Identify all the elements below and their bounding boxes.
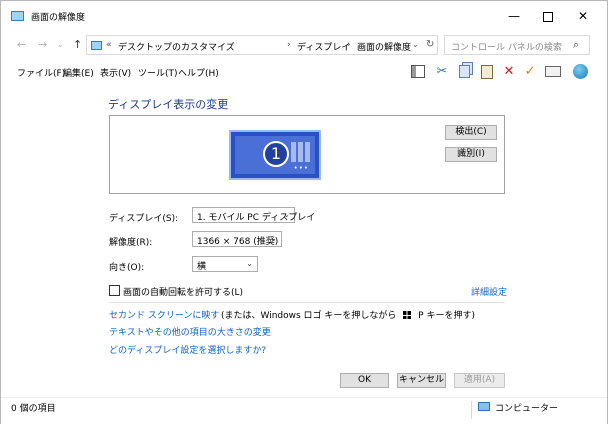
resolution-select-value: 1366 × 768 (推奨) (197, 237, 279, 247)
control-panel-icon (11, 11, 24, 21)
close-button[interactable]: ✕ (566, 1, 600, 31)
menu-help[interactable]: ヘルプ(H) (178, 66, 219, 79)
search-icon[interactable]: ⌕ (573, 38, 579, 52)
identify-button[interactable]: 識別(I) (445, 147, 497, 162)
breadcrumb-item[interactable]: デスクトップのカスタマイズ (118, 40, 235, 53)
display-label: ディスプレイ(S): (109, 214, 179, 224)
window-title: 画面の解像度 (31, 13, 86, 23)
address-bar[interactable]: « デスクトップのカスタマイズ › ディスプレイ › 画面の解像度 ⌄ ↻ (86, 35, 438, 55)
window: 画面の解像度 — ✕ ← → ⌄ ↑ « デスクトップのカスタマイズ › ディス… (0, 0, 608, 424)
check-icon[interactable]: ✓ (521, 63, 539, 81)
up-arrow-icon[interactable]: ↑ (73, 38, 82, 51)
status-location: コンピューター (495, 404, 559, 414)
search-input[interactable]: コントロール パネルの検索 ⌕ (444, 35, 590, 55)
page-title: ディスプレイ表示の変更 (108, 98, 229, 111)
monitor-screen: 1 ••• (235, 136, 315, 174)
ok-button[interactable]: OK (340, 373, 389, 388)
text-size-link[interactable]: テキストやその他の項目の大きさの変更 (109, 325, 271, 338)
cut-icon[interactable]: ✂ (433, 63, 451, 81)
menu-file[interactable]: ファイル(F) (17, 66, 65, 79)
resolution-label: 解像度(R): (109, 238, 153, 248)
windows-logo-icon (403, 311, 412, 319)
chevron-down-icon: ⌄ (270, 234, 277, 243)
chevron-down-icon: ⌄ (283, 210, 290, 219)
status-divider (471, 401, 472, 419)
recent-locations-icon[interactable]: ⌄ (57, 40, 64, 49)
navigation-bar: ← → ⌄ ↑ « デスクトップのカスタマイズ › ディスプレイ › 画面の解像… (1, 35, 607, 57)
control-panel-icon (91, 41, 102, 50)
minimize-button[interactable]: — (497, 1, 531, 31)
detect-button[interactable]: 検出(C) (445, 125, 497, 140)
divider (109, 302, 505, 303)
globe-icon[interactable] (571, 63, 589, 81)
menu-tools[interactable]: ツール(T) (138, 66, 178, 79)
menu-edit[interactable]: 編集(E) (63, 66, 94, 79)
breadcrumb-overflow[interactable]: « (106, 40, 112, 50)
display-select-value: 1. モバイル PC ディスプレイ (197, 213, 316, 223)
monitor-number: 1 (263, 141, 289, 167)
close-icon: ✕ (577, 9, 589, 23)
orientation-select-value: 横 (197, 262, 207, 272)
auto-rotate-checkbox[interactable] (109, 285, 120, 296)
breadcrumb-item[interactable]: ディスプレイ (297, 40, 350, 53)
forward-arrow-icon[interactable]: → (38, 38, 47, 51)
menu-view[interactable]: 表示(V) (100, 66, 131, 79)
chevron-down-icon: ⌄ (246, 259, 253, 268)
which-settings-link[interactable]: どのディスプレイ設定を選択しますか? (109, 343, 266, 356)
item-count: 0 個の項目 (11, 404, 56, 414)
maximize-icon (543, 11, 553, 22)
cancel-button[interactable]: キャンセル (397, 373, 446, 388)
refresh-icon[interactable]: ↻ (426, 39, 434, 50)
second-screen-note-b: P キーを押す) (418, 311, 475, 321)
chevron-down-icon[interactable]: ⌄ (412, 40, 419, 49)
display-preview: 1 ••• 検出(C) 識別(I) (109, 115, 505, 194)
breadcrumb-separator[interactable]: › (347, 40, 351, 50)
second-screen-note-a: (または、Windows ロゴ キーを押しながら (221, 311, 397, 321)
status-bar: 0 個の項目 コンピューター (1, 397, 607, 424)
breadcrumb-separator[interactable]: › (287, 40, 291, 50)
paste-icon[interactable] (478, 63, 496, 81)
display-select[interactable]: 1. モバイル PC ディスプレイ ⌄ (192, 207, 315, 223)
second-screen-link[interactable]: セカンド スクリーンに映す (109, 308, 219, 321)
taskbar-dots: ••• (293, 164, 309, 172)
orientation-select[interactable]: 横 ⌄ (192, 256, 258, 272)
title-bar[interactable]: 画面の解像度 — ✕ (1, 1, 607, 31)
advanced-settings-link[interactable]: 詳細設定 (471, 285, 507, 298)
search-placeholder: コントロール パネルの検索 (451, 43, 562, 53)
pane-icon[interactable] (409, 63, 427, 81)
menu-bar: ファイル(F) 編集(E) 表示(V) ツール(T) ヘルプ(H) ✂ ✕ ✓ (1, 59, 607, 85)
breadcrumb-item[interactable]: 画面の解像度 (357, 40, 411, 53)
orientation-label: 向き(O): (109, 263, 145, 273)
copy-icon[interactable] (455, 63, 473, 81)
apply-button[interactable]: 適用(A) (454, 373, 505, 388)
desktop-grid (291, 142, 311, 162)
keyboard-icon[interactable] (544, 63, 562, 81)
computer-icon (478, 402, 490, 411)
monitor-1[interactable]: 1 ••• (229, 130, 321, 180)
maximize-button[interactable] (531, 1, 565, 31)
delete-icon[interactable]: ✕ (500, 63, 518, 81)
minimize-icon: — (508, 9, 520, 23)
back-arrow-icon[interactable]: ← (17, 38, 26, 51)
auto-rotate-label[interactable]: 画面の自動回転を許可する(L) (123, 285, 243, 298)
resolution-select[interactable]: 1366 × 768 (推奨) ⌄ (192, 231, 282, 247)
second-screen-note: (または、Windows ロゴ キーを押しながら P キーを押す) (221, 308, 475, 321)
